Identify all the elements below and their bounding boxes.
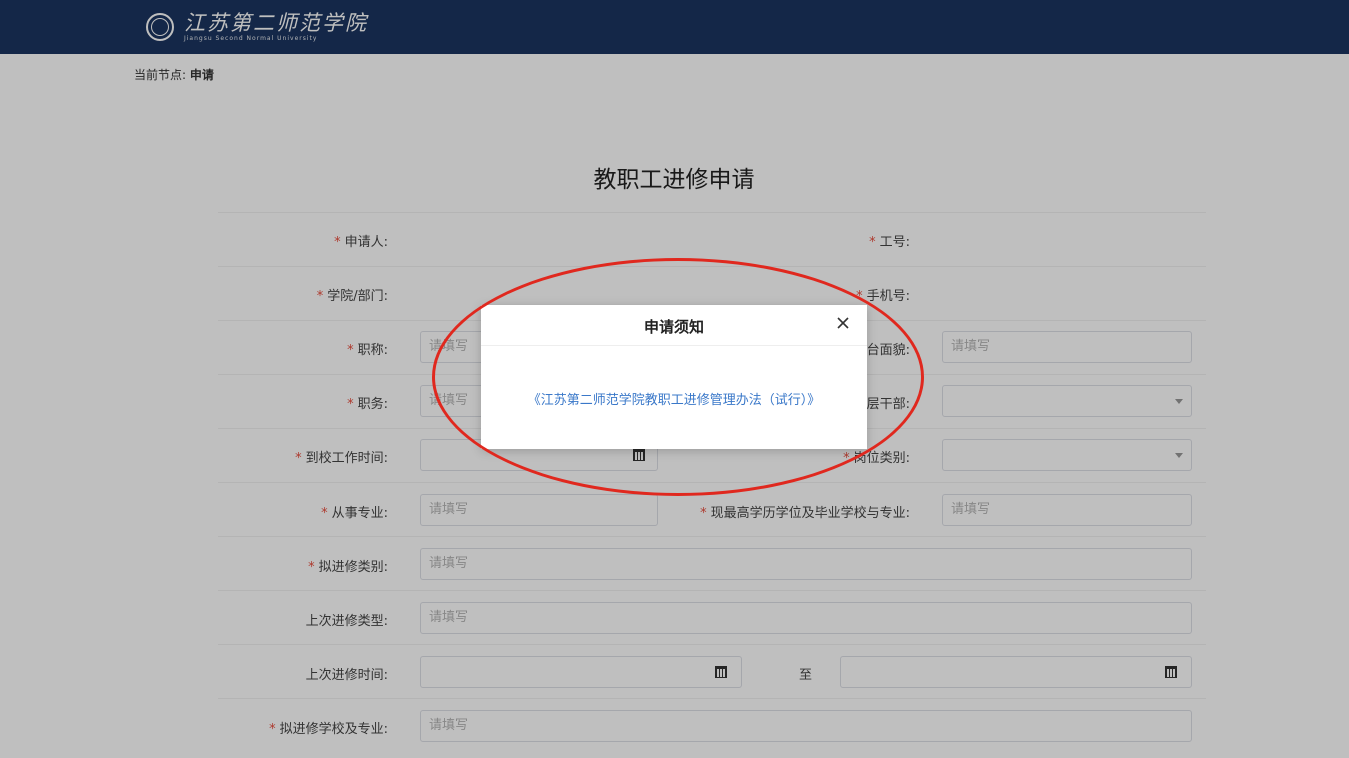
highlight-annotation-ellipse — [432, 258, 924, 496]
